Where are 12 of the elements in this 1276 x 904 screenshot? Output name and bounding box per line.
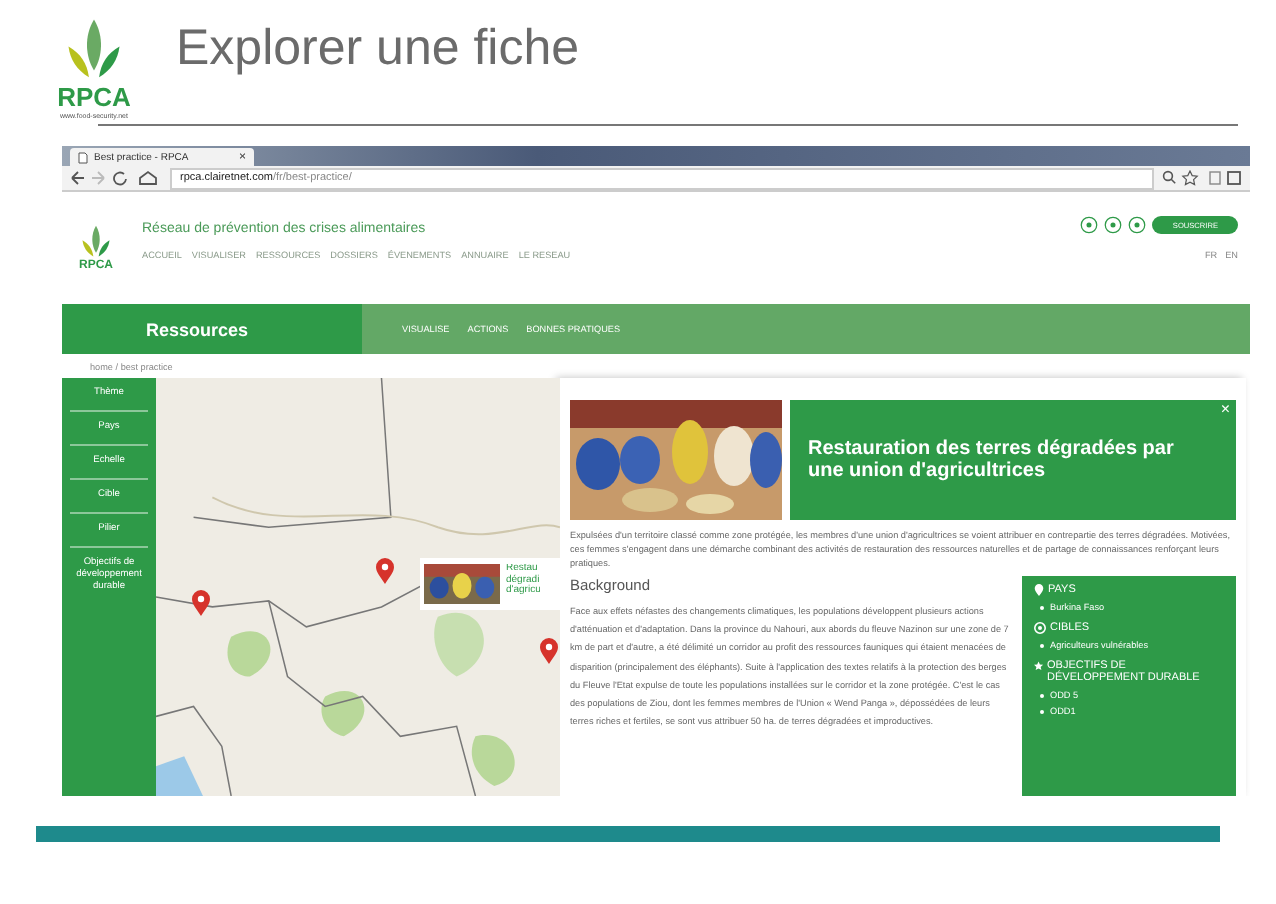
- close-icon[interactable]: ×: [1220, 402, 1230, 418]
- target-icon: [1034, 622, 1046, 634]
- slide-title: Explorer une fiche: [176, 20, 580, 78]
- logo-text: RPCA: [57, 84, 131, 112]
- star-icon: [1034, 660, 1044, 672]
- browser-toolbar-icons-drawing[interactable]: [1162, 170, 1242, 186]
- navigation-icons-drawing[interactable]: [70, 170, 162, 186]
- page-icon: [78, 151, 88, 163]
- location-pin-icon: [1034, 584, 1044, 596]
- section-header: Ressources: [62, 304, 362, 354]
- leaf-logo-icon: [78, 224, 114, 260]
- fiche-title: Restauration des terres dégradées par une union d'agricultrices: [808, 438, 1176, 482]
